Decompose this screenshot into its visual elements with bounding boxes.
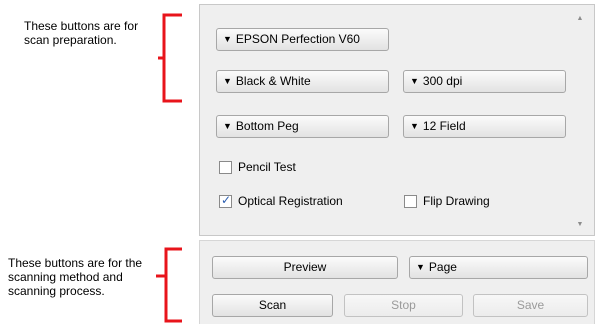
scroll-down-icon[interactable]: ▼ [572,218,588,232]
resolution-value: 300 dpi [422,74,463,88]
scroll-up-icon[interactable]: ▲ [572,12,588,26]
save-button[interactable]: Save [473,294,588,317]
checkbox-box[interactable]: ✓ [219,192,232,208]
page-dropdown[interactable]: ▼ Page [409,256,588,279]
dropdown-triangle-icon: ▼ [223,121,232,131]
page-value: Page [428,260,457,274]
flip-drawing-label: Flip Drawing [423,194,490,208]
dropdown-triangle-icon: ▼ [410,121,419,131]
dropdown-triangle-icon: ▼ [223,34,232,44]
dropdown-triangle-icon: ▼ [223,76,232,86]
color-mode-dropdown[interactable]: ▼ Black & White [216,70,389,93]
settings-scrollbar[interactable]: ▲ ▼ [572,12,588,232]
scanner-device-dropdown[interactable]: ▼ EPSON Perfection V60 [216,28,389,51]
preview-button[interactable]: Preview [212,256,398,279]
color-mode-value: Black & White [235,74,311,88]
dropdown-triangle-icon: ▼ [410,76,419,86]
check-icon: ✓ [221,192,232,207]
field-dropdown[interactable]: ▼ 12 Field [403,115,566,138]
peg-dropdown[interactable]: ▼ Bottom Peg [216,115,389,138]
pencil-test-label: Pencil Test [238,160,296,174]
optical-registration-checkbox[interactable]: ✓ Optical Registration [219,193,343,209]
scanner-device-value: EPSON Perfection V60 [235,32,360,46]
field-value: 12 Field [422,119,466,133]
dropdown-triangle-icon: ▼ [416,262,425,272]
peg-value: Bottom Peg [235,119,299,133]
optical-registration-label: Optical Registration [238,194,343,208]
flip-drawing-checkbox[interactable]: Flip Drawing [404,193,490,209]
pencil-test-checkbox[interactable]: Pencil Test [219,159,296,175]
annotation-scanning-process: These buttons are for the scanning metho… [8,256,143,298]
scan-button[interactable]: Scan [212,294,333,317]
checkbox-box[interactable] [404,194,417,208]
annotation-scan-preparation: These buttons are for scan preparation. [24,19,139,47]
stop-button[interactable]: Stop [344,294,463,317]
checkbox-box[interactable] [219,160,232,174]
resolution-dropdown[interactable]: ▼ 300 dpi [403,70,566,93]
